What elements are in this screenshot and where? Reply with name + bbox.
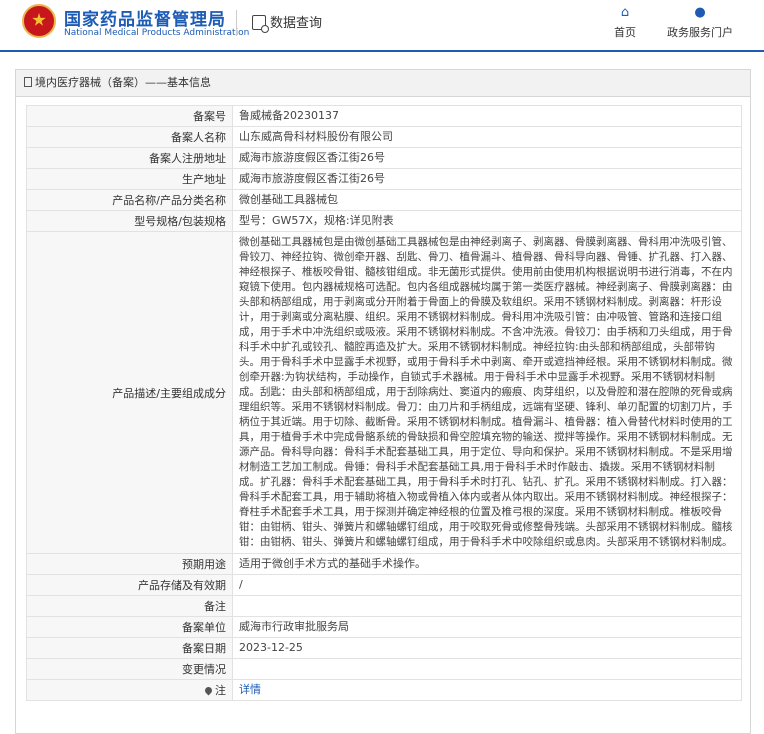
pin-icon (203, 685, 214, 696)
nav-home-label: 首页 (614, 26, 636, 39)
brand-title-cn[interactable]: 国家药品监督管理局 (64, 5, 226, 30)
table-row: 变更情况 (26, 658, 742, 680)
table-row: 备案人注册地址 威海市旅游度假区香江街26号 (26, 147, 742, 169)
field-label: 型号规格/包装规格 (26, 210, 233, 232)
home-icon: ⌂ (620, 5, 630, 20)
field-label: 变更情况 (26, 658, 233, 680)
field-value: 2023-12-25 (232, 637, 742, 659)
product-description: 微创基础工具器械包是由微创基础工具器械包是由神经剥离子、剥离器、骨膜剥离器、骨科… (232, 231, 742, 554)
details-link[interactable]: 详情 (239, 683, 261, 696)
field-value: 鲁威械备20230137 (232, 105, 742, 127)
breadcrumb: 境内医疗器械（备案）——基本信息 (16, 70, 750, 97)
info-table: 备案号 鲁威械备20230137 备案人名称 山东威高骨科材料股份有限公司 备案… (26, 105, 742, 701)
table-row: 产品名称/产品分类名称 微创基础工具器械包 (26, 189, 742, 211)
field-value: 适用于微创手术方式的基础手术操作。 (232, 553, 742, 575)
table-row: 备案号 鲁威械备20230137 (26, 105, 742, 127)
field-label: 注 (215, 684, 226, 697)
field-value: 详情 (232, 679, 742, 701)
search-document-icon (252, 15, 269, 33)
table-row: 备案单位 威海市行政审批服务局 (26, 616, 742, 638)
field-value: / (232, 574, 742, 596)
field-value: 威海市行政审批服务局 (232, 616, 742, 638)
field-label: 备案人注册地址 (26, 147, 233, 169)
detail-panel: 境内医疗器械（备案）——基本信息 备案号 鲁威械备20230137 备案人名称 … (15, 69, 751, 734)
site-header: 国家药品监督管理局 National Medical Products Admi… (0, 0, 764, 48)
field-label: 预期用途 (26, 553, 233, 575)
field-label: 备案单位 (26, 616, 233, 638)
field-label: 产品存储及有效期 (26, 574, 233, 596)
table-row: 备注 (26, 595, 742, 617)
header-divider (236, 10, 237, 36)
field-value: 型号：GW57X，规格:详见附表 (232, 210, 742, 232)
field-label: 产品名称/产品分类名称 (26, 189, 233, 211)
nav-service-portal[interactable]: ● 政务服务门户 (667, 6, 733, 40)
data-query-title: 数据查询 (252, 12, 323, 33)
data-query-label: 数据查询 (270, 16, 323, 31)
field-label: 备注 (26, 595, 233, 617)
table-row: 生产地址 威海市旅游度假区香江街26号 (26, 168, 742, 190)
nmpa-emblem-icon (22, 4, 56, 38)
table-row: 型号规格/包装规格 型号：GW57X，规格:详见附表 (26, 210, 742, 232)
field-label: 产品描述/主要组成成分 (26, 231, 233, 554)
field-label: 备案日期 (26, 637, 233, 659)
field-value: 山东威高骨科材料股份有限公司 (232, 126, 742, 148)
field-value: 威海市旅游度假区香江街26号 (232, 147, 742, 169)
header-underline (0, 50, 764, 52)
breadcrumb-text: 境内医疗器械（备案）——基本信息 (35, 76, 211, 89)
field-label: 生产地址 (26, 168, 233, 190)
field-label: 备案人名称 (26, 126, 233, 148)
table-row: 产品存储及有效期 / (26, 574, 742, 596)
field-value (232, 658, 742, 680)
field-value (232, 595, 742, 617)
document-icon (24, 77, 32, 87)
note-label-cell: 注 (26, 679, 233, 701)
field-value: 微创基础工具器械包 (232, 189, 742, 211)
field-value: 威海市旅游度假区香江街26号 (232, 168, 742, 190)
table-row: 预期用途 适用于微创手术方式的基础手术操作。 (26, 553, 742, 575)
nav-portal-label: 政务服务门户 (667, 26, 733, 39)
nav-home[interactable]: ⌂ 首页 (614, 6, 636, 40)
user-icon: ● (694, 5, 706, 20)
table-row: 产品描述/主要组成成分 微创基础工具器械包是由微创基础工具器械包是由神经剥离子、… (26, 231, 742, 554)
table-row: 注 详情 (26, 679, 742, 701)
table-row: 备案人名称 山东威高骨科材料股份有限公司 (26, 126, 742, 148)
brand-title-en[interactable]: National Medical Products Administration (64, 28, 249, 38)
table-row: 备案日期 2023-12-25 (26, 637, 742, 659)
field-label: 备案号 (26, 105, 233, 127)
